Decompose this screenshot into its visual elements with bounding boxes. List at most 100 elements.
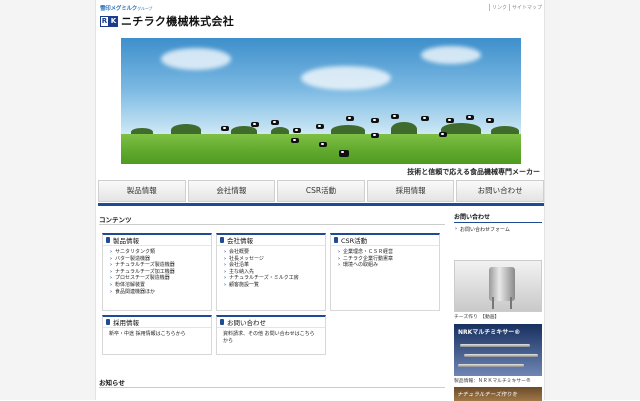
link-link[interactable]: リンク [492, 4, 507, 11]
contents-title: コンテンツ [99, 216, 132, 224]
products-list: サニタリタンク類 バター製造機器 ナチュラルチーズ製造機器 ナチュラルチーズ加工… [103, 246, 211, 298]
right-gutter [545, 0, 640, 400]
products-heading: 製品情報 [113, 237, 139, 245]
company-heading: 会社情報 [227, 237, 253, 245]
nav-csr[interactable]: CSR活動 [277, 180, 365, 202]
left-gutter [0, 0, 95, 400]
contact-box-header[interactable]: お問い合わせ [217, 317, 325, 328]
bullet-icon [220, 237, 224, 243]
sitemap-link[interactable]: サイトマップ [512, 4, 542, 11]
products-box-header[interactable]: 製品情報 [103, 235, 211, 246]
cheese-video-caption[interactable]: チーズ作り 【動画】 [454, 313, 499, 320]
mixer-rod [458, 364, 524, 367]
list-item[interactable]: ナチュラルチーズ製造機器 [110, 262, 211, 269]
company-logo[interactable]: RK ニチラク機械株式会社 [100, 13, 234, 29]
csr-box-header[interactable]: CSR活動 [331, 235, 439, 246]
cloud [161, 48, 231, 70]
mixer-rod [464, 354, 538, 357]
nav-underline [98, 203, 544, 206]
csr-list: 企業理念・ＣＳＲ経営 ニチラク企業行動憲章 環境への取組み [331, 246, 439, 272]
list-item[interactable]: 会社沿革 [224, 262, 325, 269]
contact-text[interactable]: 資料請求、その他 お問い合わせはこちらから [217, 328, 325, 348]
cow [316, 124, 324, 129]
cow [319, 142, 327, 147]
group-logo-text: 雪印メグミルク [100, 6, 138, 12]
cow [439, 132, 447, 137]
group-logo-suffix: グループ [137, 6, 153, 11]
cow [371, 118, 379, 123]
rk-logo-icon: RK [100, 15, 118, 27]
bullet-icon [220, 319, 224, 325]
tank-image [489, 267, 515, 301]
nav-products[interactable]: 製品情報 [98, 180, 186, 202]
rk-logo-letter-r: R [100, 15, 109, 27]
multimixer-caption[interactable]: 製品情報：ＮＲＫマルチミキサー® [454, 377, 531, 384]
csr-heading: CSR活動 [341, 237, 368, 245]
recruit-box-header[interactable]: 採用情報 [103, 317, 211, 328]
cow [391, 114, 399, 119]
top-links: リンク サイトマップ [488, 4, 542, 11]
list-item[interactable]: 食品関連機器ほか [110, 289, 211, 296]
list-item[interactable]: 顧客施設一覧 [224, 282, 325, 289]
recruit-box: 採用情報 新卒・中途 採用情報はこちらから [102, 315, 212, 355]
cheese-video-thumbnail[interactable] [454, 260, 542, 312]
cheese-making-banner[interactable]: ナチュラルチーズ作りを [454, 387, 542, 401]
list-item[interactable]: 会社概要 [224, 249, 325, 256]
cheese-making-banner-title: ナチュラルチーズ作りを [457, 392, 518, 398]
multimixer-banner[interactable]: NRKマルチミキサー® [454, 324, 542, 376]
divider [508, 4, 510, 11]
list-item[interactable]: 環境への取組み [338, 262, 439, 269]
cow [446, 118, 454, 123]
sidebar: お問い合わせ お問い合わせフォーム チーズ作り 【動画】 NRKマルチミキサー®… [454, 212, 542, 401]
bullet-icon [106, 319, 110, 325]
recruit-heading: 採用情報 [113, 319, 139, 327]
contact-heading: お問い合わせ [227, 319, 266, 327]
tank-leg [492, 297, 494, 309]
company-list: 会社概要 社長メッセージ 会社沿革 主な納入先 ナチュラルチーズ・ミルク工房 顧… [217, 246, 325, 292]
cow [371, 133, 379, 138]
list-item[interactable]: 粉体溶解装置 [110, 282, 211, 289]
cloud [421, 46, 481, 64]
contact-form-link[interactable]: お問い合わせフォーム [454, 226, 542, 233]
bullet-icon [106, 237, 110, 243]
cow [271, 120, 279, 125]
products-box: 製品情報 サニタリタンク類 バター製造機器 ナチュラルチーズ製造機器 ナチュラル… [102, 233, 212, 311]
hero-image [121, 38, 521, 164]
cow [346, 116, 354, 121]
list-item[interactable]: ナチュラルチーズ・ミルク工房 [224, 275, 325, 282]
divider [99, 387, 445, 388]
csr-box: CSR活動 企業理念・ＣＳＲ経営 ニチラク企業行動憲章 環境への取組み [330, 233, 440, 311]
nav-company[interactable]: 会社情報 [187, 180, 276, 202]
page-container: 雪印メグミルクグループ RK ニチラク機械株式会社 リンク サイトマップ 技術と… [95, 0, 545, 401]
recruit-text[interactable]: 新卒・中途 採用情報はこちらから [103, 328, 211, 341]
cow [486, 118, 494, 123]
nav-recruit[interactable]: 採用情報 [366, 180, 455, 202]
cow [221, 126, 229, 131]
company-box-header[interactable]: 会社情報 [217, 235, 325, 246]
nav-contact[interactable]: お問い合わせ [456, 180, 544, 202]
list-item[interactable]: プロセスチーズ製造機器 [110, 275, 211, 282]
cow [251, 122, 259, 127]
news-title: お知らせ [99, 379, 125, 387]
cow [421, 116, 429, 121]
tagline: 技術と信頼で応える食品機械専門メーカー [407, 168, 540, 176]
cloud [301, 66, 391, 90]
main-nav: 製品情報 会社情報 CSR活動 採用情報 お問い合わせ [98, 180, 544, 202]
list-item[interactable]: 企業理念・ＣＳＲ経営 [338, 249, 439, 256]
divider [488, 4, 490, 11]
cow [339, 150, 349, 157]
tank-leg [510, 297, 512, 309]
contact-box: お問い合わせ 資料請求、その他 お問い合わせはこちらから [216, 315, 326, 355]
multimixer-banner-title: NRKマルチミキサー® [458, 329, 521, 336]
mixer-rod [460, 344, 530, 347]
cow [293, 128, 301, 133]
company-box: 会社情報 会社概要 社長メッセージ 会社沿革 主な納入先 ナチュラルチーズ・ミル… [216, 233, 326, 311]
rk-logo-letter-k: K [109, 15, 118, 27]
sidebar-contact-title: お問い合わせ [454, 212, 542, 223]
company-name: ニチラク機械株式会社 [121, 15, 234, 28]
group-logo[interactable]: 雪印メグミルクグループ [100, 4, 152, 12]
divider [99, 224, 445, 225]
list-item[interactable]: サニタリタンク類 [110, 249, 211, 256]
cow [466, 115, 474, 120]
bullet-icon [334, 237, 338, 243]
